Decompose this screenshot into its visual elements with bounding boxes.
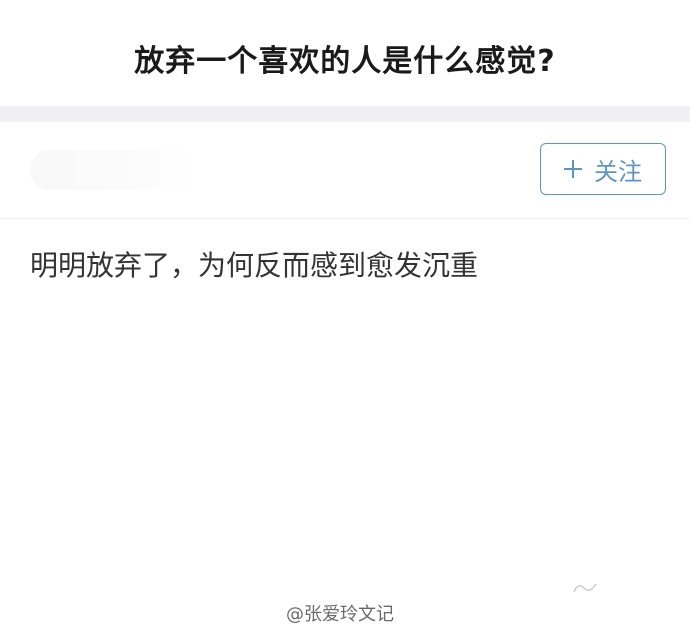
follow-button-label: 关注 [594,157,642,186]
watermark-logo-icon [573,583,597,593]
author-bar: 关注 [0,122,690,219]
follow-button[interactable]: 关注 [540,143,666,195]
question-header: 放弃一个喜欢的人是什么感觉? [0,0,690,106]
section-divider [0,106,690,122]
answer-text: 明明放弃了，为何反而感到愈发沉重 [30,249,479,282]
plus-icon [564,160,582,178]
question-title: 放弃一个喜欢的人是什么感觉? [134,44,556,79]
author-info-placeholder[interactable] [30,150,200,190]
watermark-text: @张爱玲文记 [286,604,394,625]
